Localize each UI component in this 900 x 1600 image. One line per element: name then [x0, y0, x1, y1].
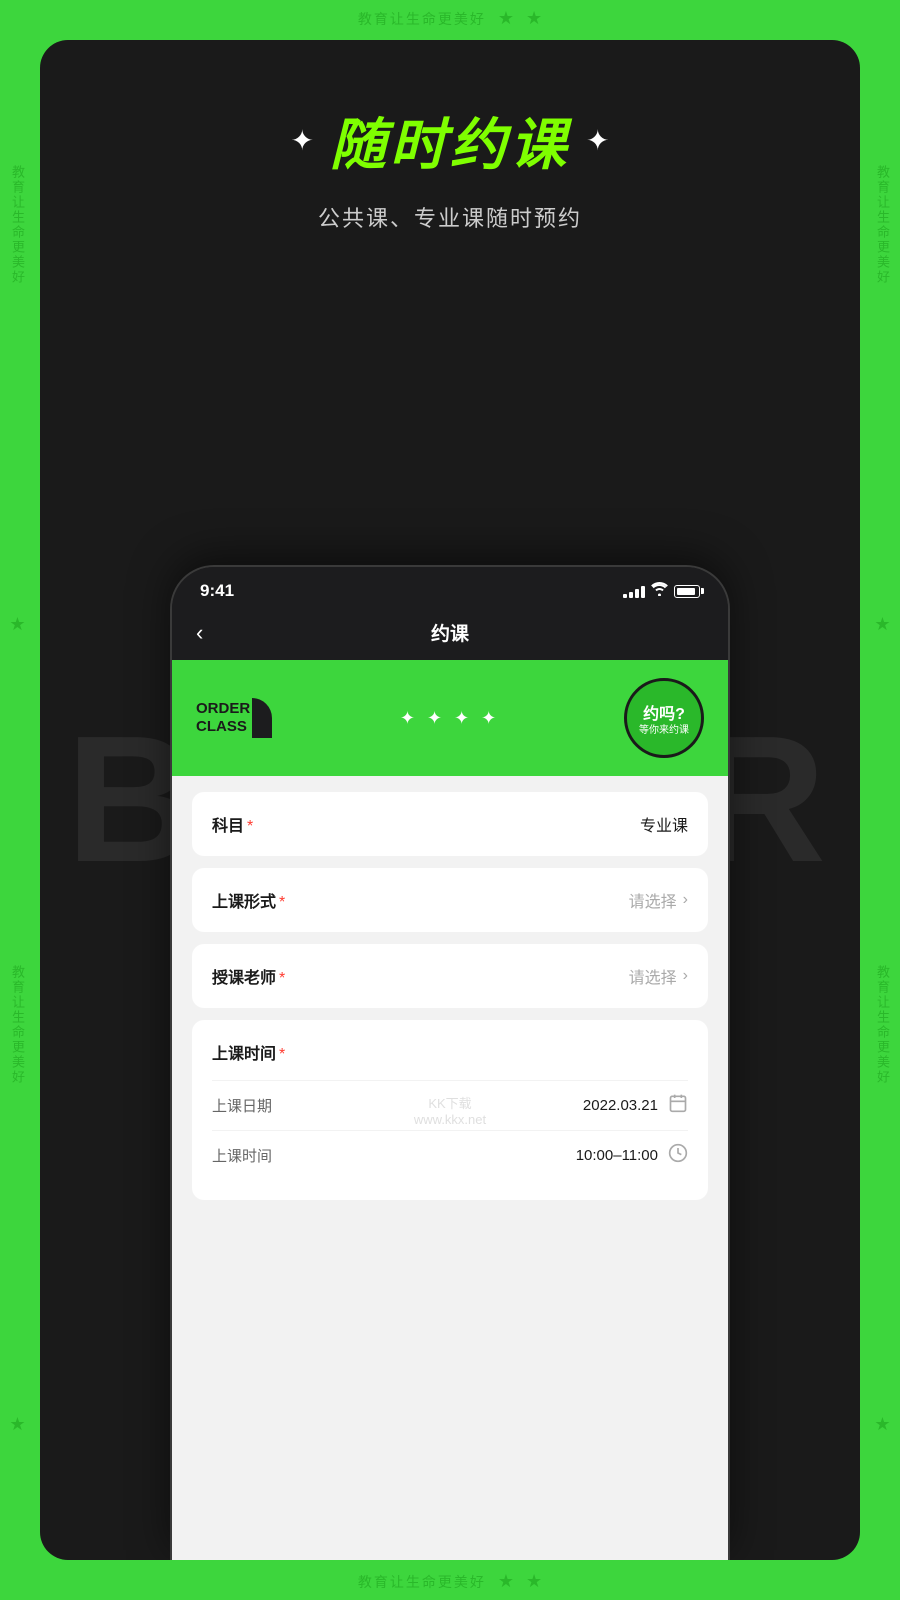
phone-mockup: 9:41: [170, 565, 730, 1560]
hero-title-text: 随时约课: [330, 100, 570, 181]
bg-right-text1: 教育让生命更美好: [873, 165, 892, 285]
dark-background: BETTER ✦ 随时约课 ✦ 公共课、专业课随时预约 9:41: [40, 40, 860, 1560]
time-label-row: 上课时间*: [212, 1040, 688, 1064]
bg-top-bar: 教育让生命更美好 ★ ★: [0, 8, 900, 29]
bg-left-text2: 教育让生命更美好: [8, 965, 27, 1085]
teacher-select[interactable]: 请选择 ›: [629, 964, 688, 988]
signal-bar-1: [623, 594, 627, 598]
bg-left-star1: ★: [9, 614, 25, 635]
bg-right-bar: 教育让生命更美好 ★ 教育让生命更美好 ★: [873, 0, 892, 1600]
sparkle-right-icon: ✦: [586, 124, 609, 157]
class-format-card[interactable]: 上课形式* 请选择 ›: [192, 868, 708, 932]
battery-fill: [677, 588, 695, 595]
hero-section: ✦ 随时约课 ✦ 公共课、专业课随时预约: [40, 40, 860, 263]
order-class-label: ORDER CLASS: [196, 700, 250, 736]
order-label-line2: CLASS: [196, 718, 250, 736]
banner-star4: ✦: [481, 708, 496, 729]
chevron-right-icon: ›: [683, 891, 688, 909]
signal-bar-3: [635, 589, 639, 598]
bg-left-bar: 教育让生命更美好 ★ 教育让生命更美好 ★: [8, 0, 27, 1600]
time-value-row: 10:00–11:00: [576, 1143, 688, 1168]
badge-sub: 等你来约课: [639, 724, 689, 737]
battery-icon: [674, 585, 700, 598]
banner-star2: ✦: [427, 708, 442, 729]
banner-curve: [252, 698, 272, 738]
time-label: 上课时间: [212, 1145, 272, 1166]
teacher-card[interactable]: 授课老师* 请选择 ›: [192, 944, 708, 1008]
subject-row: 科目* 专业课: [212, 812, 688, 836]
bg-top-star2: ★: [526, 8, 542, 29]
hero-subtitle: 公共课、专业课随时预约: [70, 201, 830, 233]
signal-icon: [623, 584, 645, 598]
status-icons: [623, 582, 700, 601]
banner-star3: ✦: [454, 708, 469, 729]
date-value-row: 2022.03.21: [583, 1093, 688, 1118]
calendar-icon: [668, 1093, 688, 1118]
signal-bar-2: [629, 592, 633, 598]
bg-top-text: 教育让生命更美好: [358, 9, 486, 29]
yue-ma-badge: 约吗? 等你来约课: [624, 678, 704, 758]
hero-title-row: ✦ 随时约课 ✦: [70, 100, 830, 181]
back-button[interactable]: ‹: [196, 620, 203, 646]
subject-label: 科目*: [212, 812, 253, 836]
phone-content: ORDER CLASS ✦ ✦ ✦ ✦: [172, 660, 728, 1560]
class-format-label: 上课形式*: [212, 888, 285, 912]
class-format-row: 上课形式* 请选择 ›: [212, 888, 688, 912]
teacher-row: 授课老师* 请选择 ›: [212, 964, 688, 988]
bg-bottom-star2: ★: [526, 1571, 542, 1592]
bg-right-text2: 教育让生命更美好: [873, 965, 892, 1085]
bg-bottom-text: 教育让生命更美好: [358, 1572, 486, 1592]
status-bar: 9:41: [172, 567, 728, 609]
bg-top-star1: ★: [498, 8, 514, 29]
bg-right-star1: ★: [874, 614, 890, 635]
signal-bar-4: [641, 586, 645, 598]
nav-bar: ‹ 约课: [172, 609, 728, 660]
form-section: KK下载 www.kkx.net 科目* 专业课: [172, 776, 728, 1216]
date-label: 上课日期: [212, 1095, 272, 1116]
sparkle-left-icon: ✦: [291, 124, 314, 157]
subject-value: 专业课: [640, 812, 688, 836]
wifi-icon: [651, 582, 668, 601]
status-time: 9:41: [200, 581, 234, 601]
teacher-label: 授课老师*: [212, 964, 285, 988]
time-card: 上课时间* 上课日期 2022.03.21: [192, 1020, 708, 1200]
badge-main: 约吗?: [643, 700, 685, 724]
subject-card[interactable]: 科目* 专业课: [192, 792, 708, 856]
bg-left-text1: 教育让生命更美好: [8, 165, 27, 285]
time-value: 10:00–11:00: [576, 1147, 658, 1164]
date-row[interactable]: 上课日期 2022.03.21: [212, 1080, 688, 1130]
order-class-banner: ORDER CLASS ✦ ✦ ✦ ✦: [172, 660, 728, 776]
class-format-select[interactable]: 请选择 ›: [629, 888, 688, 912]
clock-icon: [668, 1143, 688, 1168]
order-label-line1: ORDER: [196, 700, 250, 718]
main-content: BETTER ✦ 随时约课 ✦ 公共课、专业课随时预约 9:41: [40, 40, 860, 1560]
time-slot-row[interactable]: 上课时间 10:00–11:00: [212, 1130, 688, 1180]
bg-bottom-star1: ★: [498, 1571, 514, 1592]
bg-right-star2: ★: [874, 1414, 890, 1435]
nav-title: 约课: [431, 619, 469, 646]
banner-star1: ✦: [400, 708, 415, 729]
bg-left-star2: ★: [9, 1414, 25, 1435]
date-value: 2022.03.21: [583, 1097, 658, 1114]
banner-stars: ✦ ✦ ✦ ✦: [272, 708, 624, 729]
chevron-right-icon-2: ›: [683, 967, 688, 985]
bg-bottom-bar: 教育让生命更美好 ★ ★: [0, 1571, 900, 1592]
